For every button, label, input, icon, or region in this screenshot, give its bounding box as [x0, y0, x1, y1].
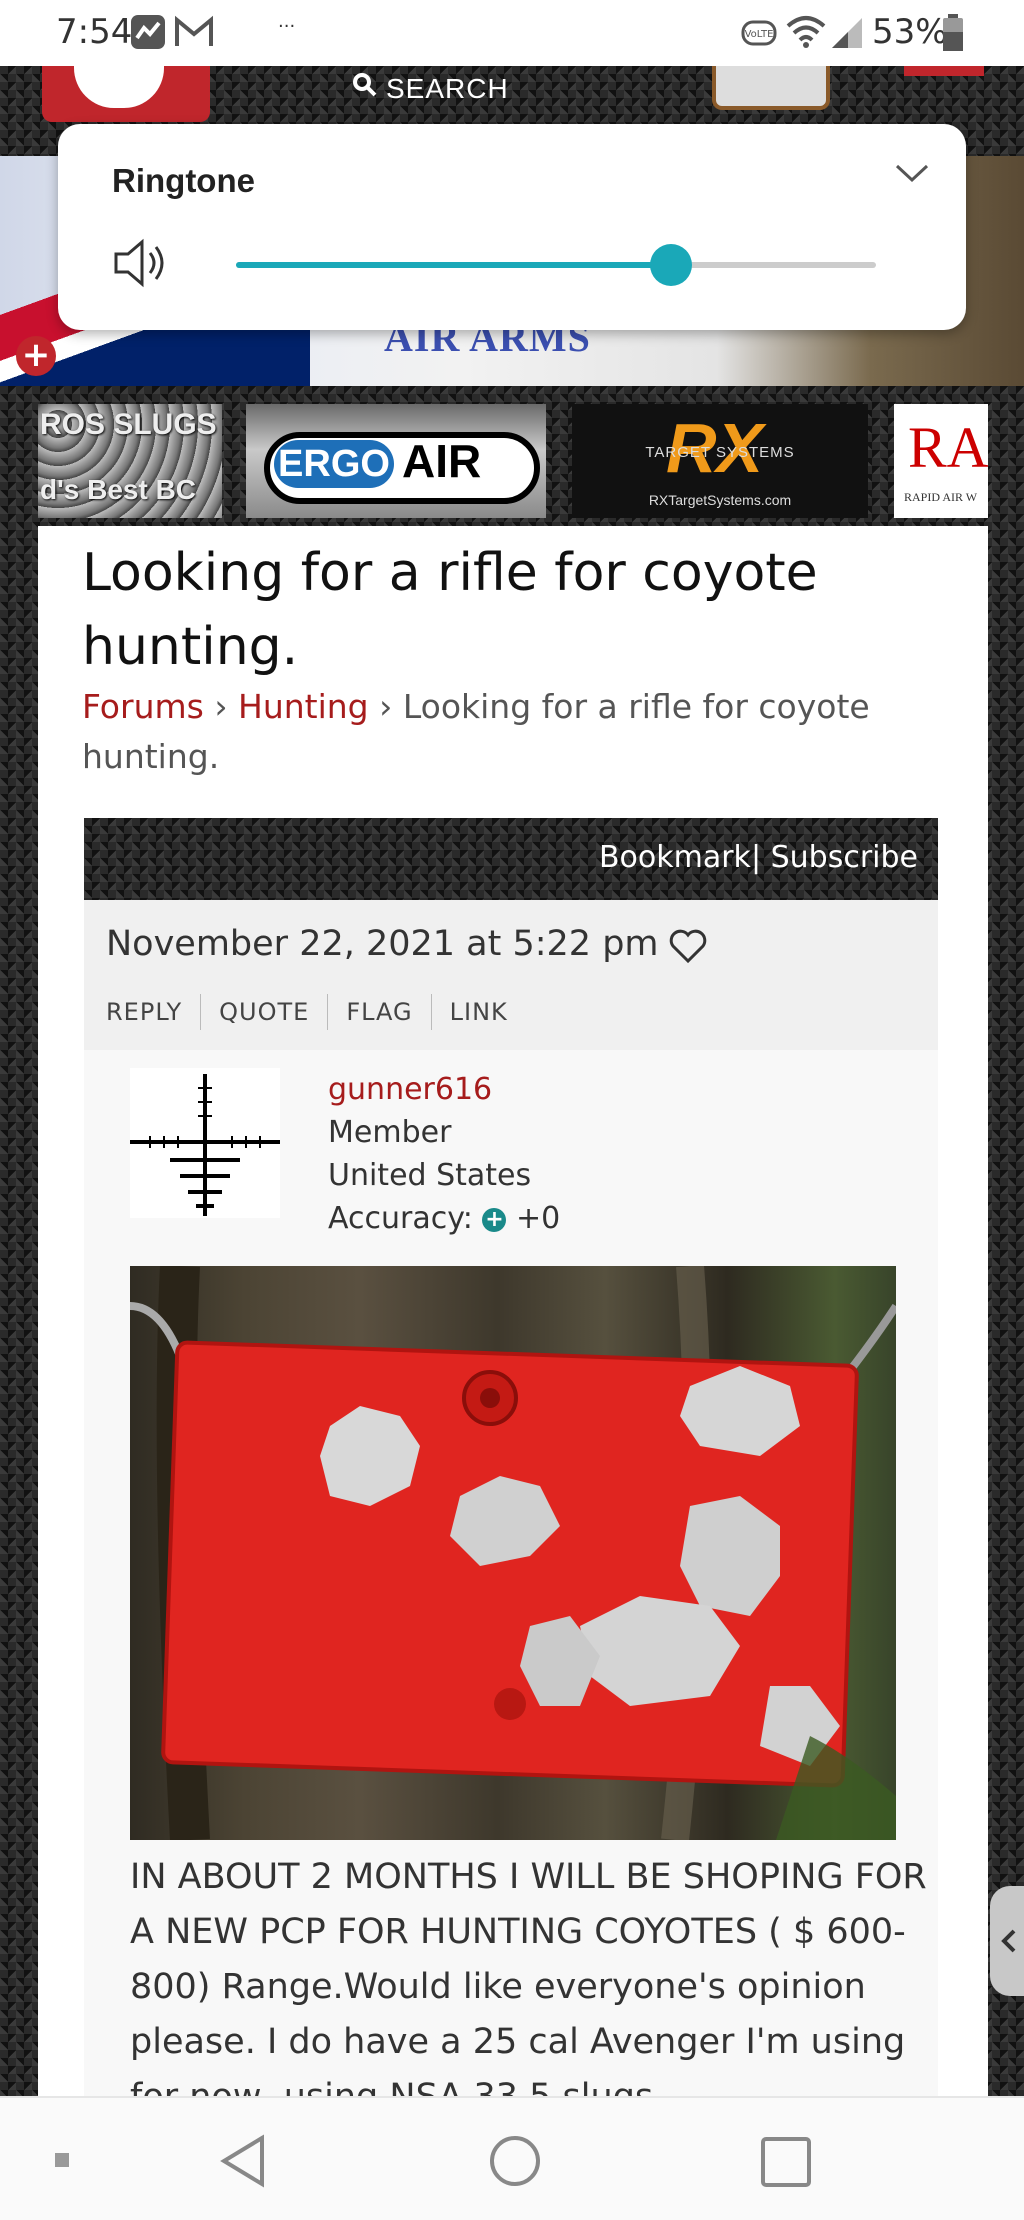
plus-icon[interactable]: + [16, 336, 56, 376]
bookmark-link[interactable]: Bookmark [599, 840, 751, 875]
chevron-down-icon[interactable] [894, 162, 930, 190]
volume-slider[interactable] [236, 244, 876, 286]
topic-content: Looking for a rifle for coyote hunting. … [38, 526, 988, 2117]
recents-button[interactable] [760, 2136, 812, 2192]
link-separator: | [750, 840, 771, 875]
breadcrumb: Forums › Hunting › Looking for a rifle f… [82, 682, 942, 782]
ad-rapid-air[interactable]: RA RAPID AIR W [894, 404, 988, 518]
author-info: gunner616 Member United States Accuracy:… [328, 1068, 560, 1240]
link-button[interactable]: LINK [430, 994, 526, 1030]
subscribe-link[interactable]: Subscribe [771, 840, 918, 875]
search-label: SEARCH [386, 72, 509, 104]
volume-slider-thumb[interactable] [650, 244, 693, 286]
ad-rx-target[interactable]: RX TARGET SYSTEMS RXTargetSystems.com [572, 404, 868, 518]
nav-accent [904, 66, 984, 76]
breadcrumb-separator: › [203, 687, 239, 726]
ringtone-volume-panel: Ringtone [58, 124, 966, 330]
analytics-icon [130, 14, 166, 54]
ad-air-text: AIR [402, 435, 482, 487]
home-button[interactable] [488, 2134, 542, 2192]
chevron-left-icon [1001, 1929, 1016, 1953]
ad-rx-url: RXTargetSystems.com [648, 492, 792, 508]
author-username[interactable]: gunner616 [328, 1068, 560, 1111]
ad-rapid-name: RAPID AIR W [904, 490, 978, 504]
sponsor-strip: ROS SLUGS d's Best BC ERGO AIR RX TARGET… [0, 386, 1024, 526]
search-icon [352, 72, 378, 105]
ad-ergo-air[interactable]: ERGO AIR [246, 404, 546, 518]
post-image[interactable] [130, 1266, 896, 1840]
battery-percent: 53% [872, 12, 948, 52]
ad-ergo-text: ERGO [274, 440, 394, 488]
ad-slugs-line1: ROS SLUGS [40, 408, 217, 441]
reply-button[interactable]: REPLY [106, 994, 200, 1030]
speaker-icon[interactable] [112, 238, 168, 292]
svg-text:VoLTE: VoLTE [745, 29, 774, 40]
quote-button[interactable]: QUOTE [200, 994, 327, 1030]
crosshair-icon [130, 1074, 280, 1216]
volte-icon: VoLTE [740, 14, 778, 56]
ad-rapid-mark: RA [908, 415, 988, 480]
target-photo [130, 1266, 896, 1840]
nav-button[interactable] [712, 66, 830, 110]
post-date: November 22, 2021 at 5:22 pm [106, 924, 659, 964]
volume-slider-fill [236, 262, 672, 268]
ad-slugs-line2: d's Best BC [40, 474, 197, 505]
author-accuracy: Accuracy: + +0 [328, 1197, 560, 1240]
ad-slugs[interactable]: ROS SLUGS d's Best BC [38, 404, 222, 518]
author-role: Member [328, 1115, 452, 1150]
breadcrumb-forums[interactable]: Forums [82, 687, 204, 726]
heart-icon[interactable] [668, 928, 708, 968]
post-body: gunner616 Member United States Accuracy:… [84, 1050, 938, 2117]
post-actions: REPLY QUOTE FLAG LINK [106, 994, 526, 1030]
back-button[interactable] [218, 2134, 268, 2192]
accuracy-plus-icon[interactable]: + [482, 1207, 507, 1232]
author-country: United States [328, 1158, 532, 1193]
status-time: 7:54 [56, 12, 133, 52]
post-header-bar: Bookmark| Subscribe [84, 818, 938, 900]
breadcrumb-separator: › [368, 687, 403, 726]
wifi-icon [786, 14, 826, 54]
gmail-icon [174, 14, 214, 54]
edge-panel-handle[interactable] [990, 1886, 1024, 1996]
breadcrumb-hunting[interactable]: Hunting [238, 687, 369, 726]
more-dots-icon: ··· [278, 16, 296, 37]
ringtone-title: Ringtone [112, 162, 255, 199]
signal-icon [830, 14, 864, 54]
ad-rx-name: TARGET SYSTEMS [645, 444, 795, 461]
battery-icon [942, 14, 964, 56]
post-text: IN ABOUT 2 MONTHS I WILL BE SHOPING FOR … [130, 1857, 927, 2117]
avatar[interactable] [130, 1068, 280, 1218]
accuracy-value: +0 [515, 1201, 561, 1236]
system-nav-bar [0, 2096, 1024, 2220]
post-meta: November 22, 2021 at 5:22 pm REPLY QUOTE… [84, 900, 938, 1050]
flag-button[interactable]: FLAG [327, 994, 430, 1030]
site-logo[interactable] [42, 56, 210, 122]
search-button[interactable]: SEARCH [352, 72, 509, 105]
accuracy-label: Accuracy: [328, 1201, 483, 1236]
web-page: SEARCH + AIR ARMS ROS SLUGS d's Best BC … [0, 56, 1024, 2117]
page-title: Looking for a rifle for coyote hunting. [82, 543, 818, 677]
square-dot-icon [54, 2152, 70, 2172]
